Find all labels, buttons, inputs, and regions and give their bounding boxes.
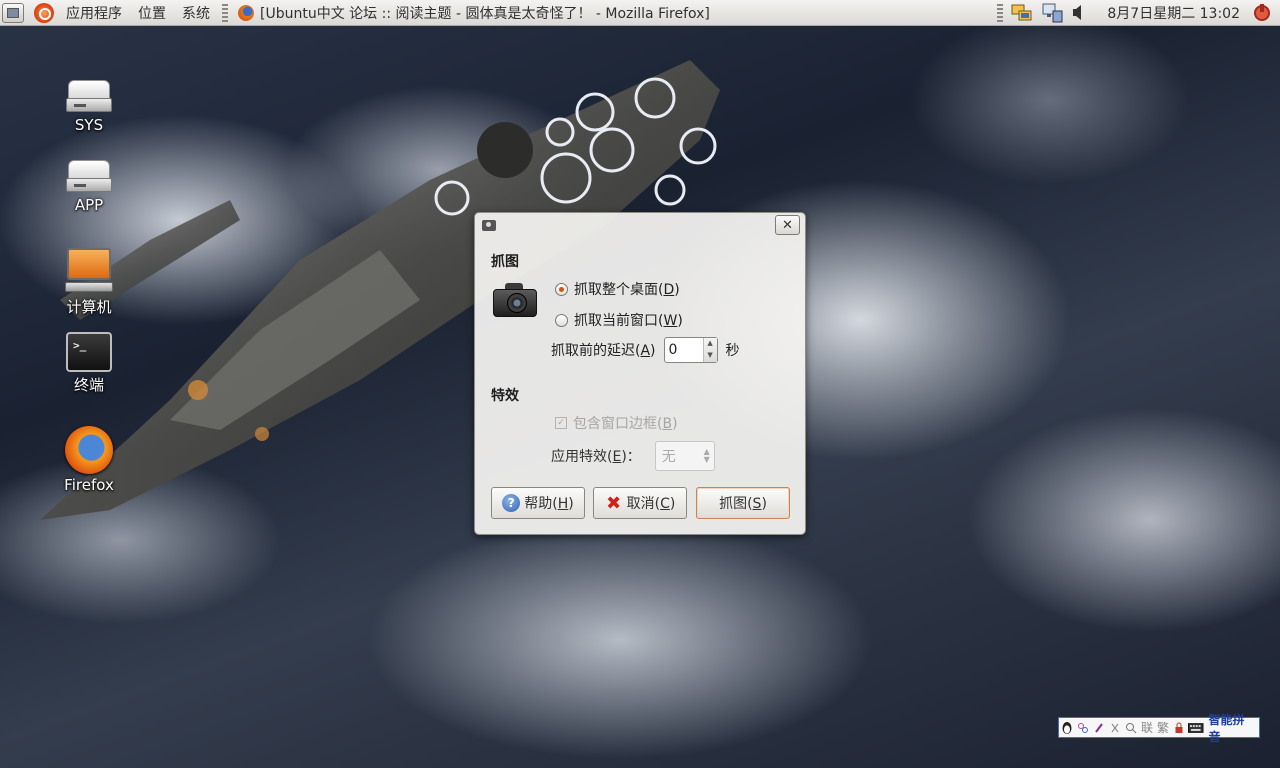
desktop-icon-label: SYS [74,116,104,134]
desktop-icon-computer[interactable]: 计算机 [48,248,130,317]
cancel-icon: ✖ [606,492,622,514]
delay-spinbutton[interactable]: 0 ▲ ▼ [663,337,718,363]
effect-value: 无 [661,449,676,465]
penguin-icon[interactable] [1060,719,1074,736]
grab-desktop-radio[interactable]: 抓取整个桌面(D) [555,279,680,299]
desktop-icon-terminal[interactable]: >_ 终端 [48,330,130,395]
search-icon[interactable] [1124,719,1138,736]
cancel-button-label: 取消(C) [626,496,676,512]
ubuntu-logo-icon[interactable] [34,2,54,23]
include-border-label: 包含窗口边框(B) [573,416,678,432]
keyboard-icon[interactable] [1188,719,1204,736]
association-toggle[interactable]: 联 [1140,719,1154,736]
top-panel: 应用程序 位置 系统 [Ubuntu中文 论坛 :: 阅读主题 - 圆体真是太奇… [0,0,1280,26]
menu-system[interactable]: 系统 [174,0,218,26]
taskbar-window-title: [Ubuntu中文 论坛 :: 阅读主题 - 圆体真是太奇怪了！ - Mozil… [260,5,710,22]
desktop-icon-app[interactable]: APP [48,156,130,214]
dialog-titlebar[interactable]: ✕ [475,213,805,237]
delay-unit: 秒 [725,343,740,359]
help-button[interactable]: ? 帮助(H) [491,487,585,519]
panel-grip[interactable] [997,3,1004,22]
computer-icon [65,248,113,294]
include-border-checkbox[interactable]: ✓ 包含窗口边框(B) [555,413,678,433]
drive-icon [66,80,112,114]
effect-select[interactable]: 无 ▲ ▼ [654,441,715,471]
capture-section-title: 抓图 [491,254,519,270]
punctuation-icon[interactable] [1092,719,1106,736]
traditional-toggle[interactable]: 繁 [1156,719,1170,736]
taskbar-firefox-window[interactable]: [Ubuntu中文 论坛 :: 阅读主题 - 圆体真是太奇怪了！ - Mozil… [232,0,716,26]
desktop-icon [7,7,19,18]
network-manager-icon[interactable] [1041,3,1063,23]
desktop-icon-label: Firefox [64,476,114,494]
help-icon: ? [502,494,521,512]
menu-applications[interactable]: 应用程序 [58,0,130,26]
network-icon[interactable] [1011,3,1033,23]
desktop-icon-label: 终端 [73,376,104,394]
lock-icon[interactable] [1172,719,1186,736]
fullwidth-icon[interactable] [1108,719,1122,736]
camera-icon [482,219,496,231]
firefox-icon [65,426,113,474]
panel-clock[interactable]: 8月7日星期二 13:02 [1089,3,1248,23]
grab-window-radio[interactable]: 抓取当前窗口(W) [555,310,683,330]
grab-desktop-label: 抓取整个桌面(D) [574,282,680,298]
delay-row: 抓取前的延迟(A) 0 ▲ ▼ 秒 [551,337,740,363]
spin-up-icon[interactable]: ▲ [704,338,717,350]
checkbox-checked-icon: ✓ [555,417,567,429]
camera-icon [493,281,537,319]
cancel-button[interactable]: ✖ 取消(C) [593,487,687,519]
terminal-icon: >_ [66,332,112,372]
input-method-name[interactable]: 智能拼音 [1205,711,1260,745]
radio-selected-icon [555,282,568,296]
apply-effect-label: 应用特效(E)： [551,449,641,465]
help-button-label: 帮助(H) [524,496,574,512]
capture-button-label: 抓图(S) [719,496,767,512]
power-icon[interactable] [1254,3,1270,21]
desktop-icon-label: 计算机 [66,298,112,316]
radio-unselected-icon [555,313,568,327]
screenshot-dialog: ✕ 抓图 抓取整个桌面(D) 抓取当前窗口(W) 抓取前的延迟(A) 0 ▲ ▼ … [474,212,806,535]
chevron-updown-icon: ▲ ▼ [703,447,710,464]
input-method-bar: 联 繁 智能拼音 [1058,713,1260,744]
spin-down-icon[interactable]: ▼ [704,350,717,362]
panel-grip[interactable] [222,3,228,22]
desktop-icon-label: APP [74,196,104,214]
delay-label: 抓取前的延迟(A) [551,343,656,359]
show-desktop-button[interactable] [2,2,24,23]
close-button[interactable]: ✕ [775,215,800,235]
desktop-icon-firefox[interactable]: Firefox [48,426,130,494]
effects-section-title: 特效 [491,388,519,404]
mode-icon[interactable] [1076,719,1090,736]
volume-icon[interactable] [1071,3,1085,23]
apply-effect-row: 应用特效(E)： 无 ▲ ▼ [551,441,715,471]
system-tray: 8月7日星期二 13:02 [993,0,1280,26]
grab-window-label: 抓取当前窗口(W) [574,313,683,329]
capture-button[interactable]: 抓图(S) [696,487,790,519]
delay-value: 0 [668,342,678,358]
firefox-icon [238,4,254,21]
menu-places[interactable]: 位置 [130,0,174,26]
desktop-icon-sys[interactable]: SYS [48,76,130,134]
drive-icon [66,160,112,194]
